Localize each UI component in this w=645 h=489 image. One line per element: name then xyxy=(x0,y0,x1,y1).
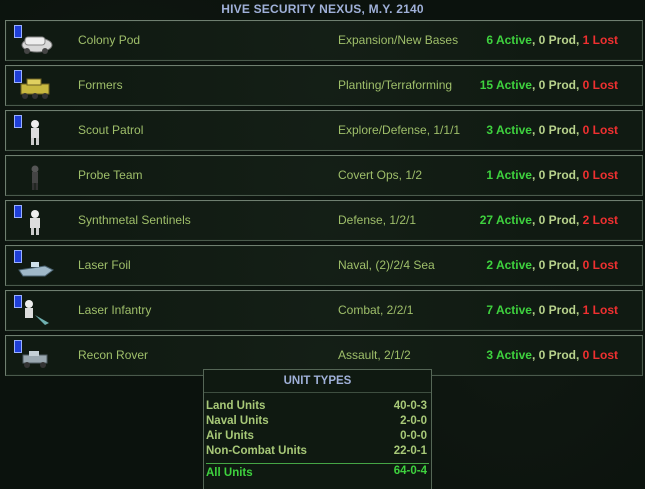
summary-row-non-combat: Non-Combat Units 22-0-1 xyxy=(206,444,429,459)
prod-count: , 0 Prod, xyxy=(531,348,583,362)
unit-row-synthmetal-sentinels[interactable]: Synthmetal Sentinels Defense, 1/2/1 27 A… xyxy=(5,200,643,241)
unit-role: Assault, 2/1/2 xyxy=(338,348,411,362)
lost-count: 0 Lost xyxy=(582,123,618,137)
active-count: 3 Active xyxy=(486,123,532,137)
summary-label: Air Units xyxy=(206,430,254,442)
security-nexus-screen: HIVE SECURITY NEXUS, M.Y. 2140 Colony Po… xyxy=(0,0,645,489)
unit-stats: 3 Active, 0 Prod, 0 Lost xyxy=(486,348,618,362)
recon-rover-icon xyxy=(22,351,48,368)
synthmetal-sentinels-icon xyxy=(30,210,40,235)
summary-row-naval: Naval Units 2-0-0 xyxy=(206,414,429,429)
summary-rows: Land Units 40-0-3 Naval Units 2-0-0 Air … xyxy=(204,393,431,481)
scout-patrol-icon xyxy=(31,120,39,145)
active-count: 3 Active xyxy=(486,348,532,362)
unit-name: Recon Rover xyxy=(78,348,149,362)
summary-row-air: Air Units 0-0-0 xyxy=(206,429,429,444)
unit-row-colony-pod[interactable]: Colony Pod Expansion/New Bases 6 Active,… xyxy=(5,20,643,61)
prod-count: , 0 Prod, xyxy=(531,33,583,47)
summary-label: Non-Combat Units xyxy=(206,445,307,457)
summary-value: 2-0-0 xyxy=(400,415,427,427)
lost-count: 0 Lost xyxy=(582,348,618,362)
unit-name: Laser Infantry xyxy=(78,303,152,317)
laser-foil-icon xyxy=(18,262,54,277)
unit-name: Laser Foil xyxy=(78,258,131,272)
active-count: 2 Active xyxy=(486,258,532,272)
lost-count: 0 Lost xyxy=(582,168,618,182)
summary-value: 40-0-3 xyxy=(393,400,427,412)
unit-name: Synthmetal Sentinels xyxy=(78,213,191,227)
lost-count: 1 Lost xyxy=(582,303,618,317)
active-count: 1 Active xyxy=(486,168,532,182)
colony-pod-icon xyxy=(21,36,53,54)
prod-count: , 0 Prod, xyxy=(531,213,583,227)
unit-name: Scout Patrol xyxy=(78,123,144,137)
prod-count: , 0 Prod, xyxy=(531,258,583,272)
unit-role: Covert Ops, 1/2 xyxy=(338,168,423,182)
unit-name: Colony Pod xyxy=(78,33,141,47)
unit-role: Naval, (2)/2/4 Sea xyxy=(338,258,435,272)
unit-role: Planting/Terraforming xyxy=(338,78,453,92)
prod-count: , 0 Prod, xyxy=(531,123,583,137)
unit-stats: 3 Active, 0 Prod, 0 Lost xyxy=(486,123,618,137)
formers-icon xyxy=(20,78,50,99)
unit-stats: 15 Active, 0 Prod, 0 Lost xyxy=(480,78,618,92)
lost-count: 1 Lost xyxy=(582,33,618,47)
active-count: 6 Active xyxy=(486,33,532,47)
summary-label: Naval Units xyxy=(206,415,269,427)
unit-role: Defense, 1/2/1 xyxy=(338,213,417,227)
summary-value: 22-0-1 xyxy=(393,445,427,457)
unit-role: Explore/Defense, 1/1/1 xyxy=(338,123,461,137)
unit-name: Probe Team xyxy=(78,168,143,182)
summary-row-all-units: All Units 64-0-4 xyxy=(206,463,429,481)
unit-role: Combat, 2/2/1 xyxy=(338,303,414,317)
summary-row-land: Land Units 40-0-3 xyxy=(206,399,429,414)
lost-count: 0 Lost xyxy=(582,78,618,92)
unit-name: Formers xyxy=(78,78,123,92)
laser-infantry-icon xyxy=(25,300,49,325)
active-count: 27 Active xyxy=(479,213,532,227)
unit-stats: 7 Active, 0 Prod, 1 Lost xyxy=(486,303,618,317)
active-count: 15 Active xyxy=(479,78,532,92)
unit-row-probe-team[interactable]: Probe Team Covert Ops, 1/2 1 Active, 0 P… xyxy=(5,155,643,196)
unit-row-laser-infantry[interactable]: Laser Infantry Combat, 2/2/1 7 Active, 0… xyxy=(5,290,643,331)
unit-types-summary: UNIT TYPES Land Units 40-0-3 Naval Units… xyxy=(203,369,432,489)
summary-total-label: All Units xyxy=(206,467,253,479)
prod-count: , 0 Prod, xyxy=(531,168,583,182)
probe-team-icon xyxy=(31,165,39,190)
summary-value: 0-0-0 xyxy=(400,430,427,442)
unit-stats: 6 Active, 0 Prod, 1 Lost xyxy=(486,33,618,47)
summary-total-value: 64-0-4 xyxy=(393,465,427,477)
summary-label: Land Units xyxy=(206,400,266,412)
unit-role: Expansion/New Bases xyxy=(338,33,459,47)
unit-stats: 27 Active, 0 Prod, 2 Lost xyxy=(480,213,618,227)
unit-stats: 2 Active, 0 Prod, 0 Lost xyxy=(486,258,618,272)
summary-title: UNIT TYPES xyxy=(204,370,431,393)
prod-count: , 0 Prod, xyxy=(531,303,583,317)
lost-count: 0 Lost xyxy=(582,258,618,272)
unit-list: Colony Pod Expansion/New Bases 6 Active,… xyxy=(5,20,643,380)
unit-stats: 1 Active, 0 Prod, 0 Lost xyxy=(486,168,618,182)
prod-count: , 0 Prod, xyxy=(531,78,583,92)
active-count: 7 Active xyxy=(486,303,532,317)
unit-row-laser-foil[interactable]: Laser Foil Naval, (2)/2/4 Sea 2 Active, … xyxy=(5,245,643,286)
unit-row-scout-patrol[interactable]: Scout Patrol Explore/Defense, 1/1/1 3 Ac… xyxy=(5,110,643,151)
screen-title: HIVE SECURITY NEXUS, M.Y. 2140 xyxy=(221,2,424,16)
unit-row-formers[interactable]: Formers Planting/Terraforming 15 Active,… xyxy=(5,65,643,106)
lost-count: 2 Lost xyxy=(582,213,618,227)
